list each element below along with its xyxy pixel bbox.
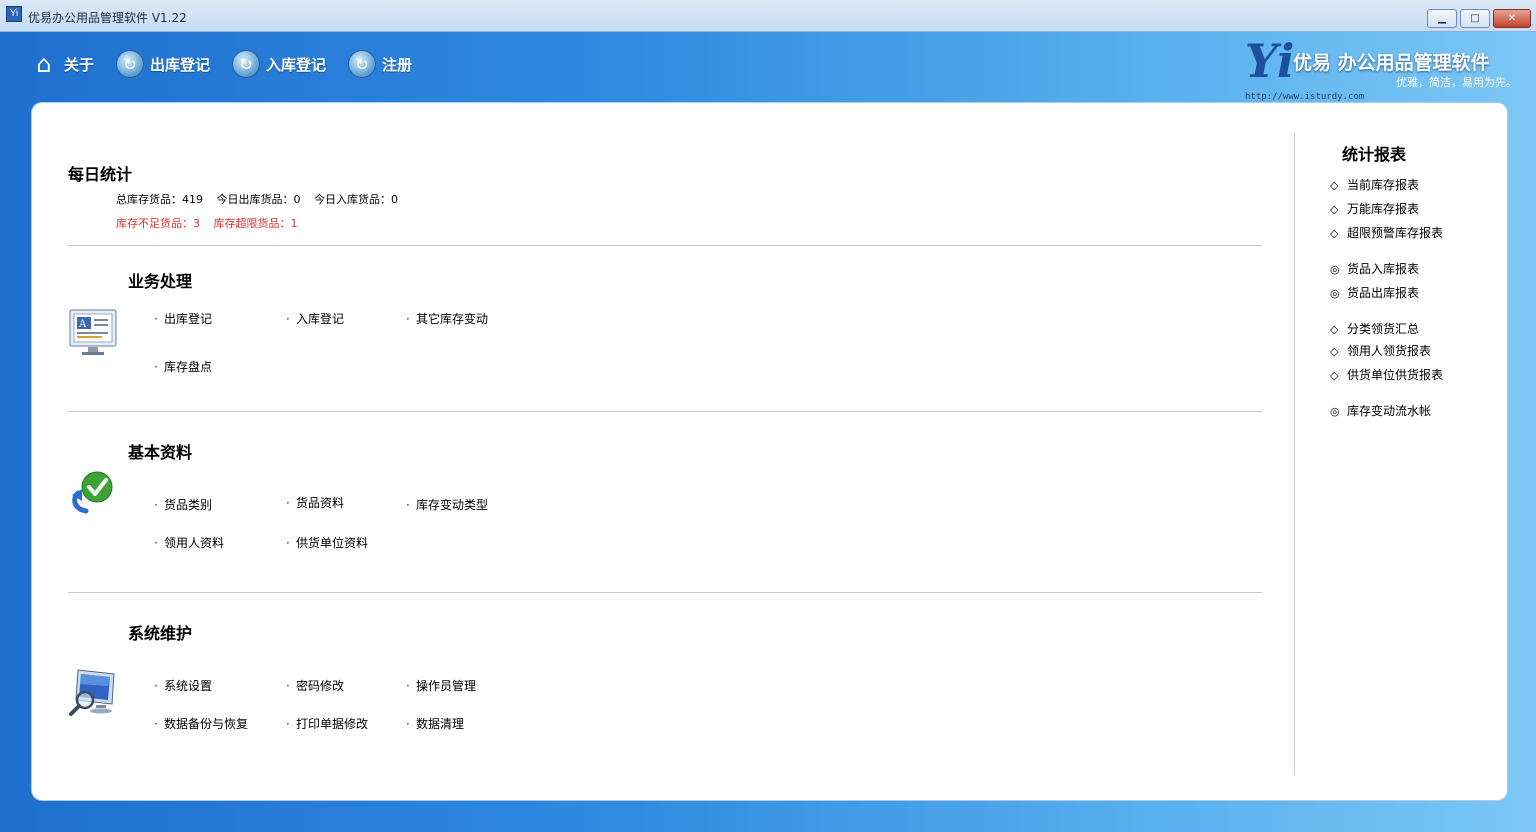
link-goods-category[interactable]: · 货品类别 [154, 496, 212, 513]
bullet: · [406, 498, 410, 512]
link-outbound[interactable]: · 出库登记 [154, 310, 212, 327]
svg-text:A: A [78, 319, 87, 330]
link-other-stock-change[interactable]: · 其它库存变动 [406, 310, 488, 327]
toolbar-register-label: 注册 [382, 55, 413, 74]
daily-stats-title: 每日统计 [68, 165, 133, 184]
sidebar-divider [1294, 133, 1295, 775]
business-section-title: 业务处理 [128, 272, 193, 291]
report-universal-stock[interactable]: ◇ 万能库存报表 [1330, 200, 1419, 217]
monitor-magnifier-icon [69, 669, 115, 716]
toolbar-about-label: 关于 [64, 55, 95, 74]
brand-mark: Yi [1245, 34, 1295, 88]
link-backup-restore[interactable]: · 数据备份与恢复 [154, 715, 248, 732]
brand-logo: Yi 优易 办公用品管理软件 优雅，简洁，易用为先。 http://www.is… [1245, 34, 1525, 104]
link-operator-management[interactable]: · 操作员管理 [406, 677, 476, 694]
maximize-button[interactable]: □ [1460, 9, 1490, 28]
diamond-icon: ◇ [1330, 227, 1339, 240]
report-supplier[interactable]: ◇ 供货单位供货报表 [1330, 366, 1443, 383]
toolbar-inbound-button[interactable]: ↻ 入库登记 [232, 48, 326, 80]
diamond-icon: ◇ [1330, 179, 1339, 192]
bullet: · [154, 498, 158, 512]
bullet: · [286, 312, 290, 326]
today-out-text: 今日出库货品：0 [216, 193, 301, 206]
link-goods-info[interactable]: · 货品资料 [286, 494, 344, 511]
bullet: · [286, 536, 290, 550]
bullet: · [406, 312, 410, 326]
toolbar-outbound-label: 出库登记 [150, 55, 211, 74]
report-category-summary[interactable]: ◇ 分类领货汇总 [1330, 320, 1419, 337]
app-icon: Yi [6, 6, 22, 22]
minimize-button[interactable]: ▁ [1427, 9, 1457, 28]
system-section-title: 系统维护 [128, 624, 193, 643]
link-print-template[interactable]: · 打印单据修改 [286, 715, 368, 732]
report-recipient[interactable]: ◇ 领用人领货报表 [1330, 342, 1431, 359]
close-button[interactable]: ✕ [1493, 9, 1531, 28]
today-in-text: 今日入库货品：0 [314, 193, 398, 206]
reports-title: 统计报表 [1342, 145, 1407, 164]
bullet: · [154, 312, 158, 326]
bullet: · [406, 679, 410, 693]
link-data-cleanup[interactable]: · 数据清理 [406, 715, 464, 732]
total-stock-text: 总库存货品：419 [116, 193, 203, 206]
brand-slogan: 优雅，简洁，易用为先。 [1396, 76, 1517, 89]
toolbar: ⌂ 关于 ↻ 出库登记 ↻ 入库登记 ↻ 注册 [30, 48, 434, 80]
main-content: 每日统计 总库存货品：419 今日出库货品：0 今日入库货品：0 库存不足货品：… [32, 103, 1294, 800]
diamond-icon: ◇ [1330, 203, 1339, 216]
link-system-settings[interactable]: · 系统设置 [154, 677, 212, 694]
overlimit-text[interactable]: 库存超限货品：1 [214, 217, 298, 230]
report-current-stock[interactable]: ◇ 当前库存报表 [1330, 176, 1419, 193]
document-monitor-icon: A [69, 309, 117, 355]
main-panel: 每日统计 总库存货品：419 今日出库货品：0 今日入库货品：0 库存不足货品：… [32, 103, 1507, 800]
link-stock-change-type[interactable]: · 库存变动类型 [406, 496, 488, 513]
divider [68, 411, 1262, 412]
bullet: · [286, 496, 290, 510]
brand-name: 优易 办公用品管理软件 [1293, 52, 1490, 74]
toolbar-outbound-button[interactable]: ↻ 出库登记 [116, 48, 210, 80]
refresh-icon: ↻ [116, 50, 145, 78]
link-change-password[interactable]: · 密码修改 [286, 677, 344, 694]
bullet: · [154, 717, 158, 731]
refresh-icon: ↻ [348, 50, 377, 78]
toolbar-inbound-label: 入库登记 [266, 55, 327, 74]
report-overlimit-warning[interactable]: ◇ 超限预警库存报表 [1330, 224, 1443, 241]
bullet: · [406, 717, 410, 731]
daily-stats-row: 总库存货品：419 今日出库货品：0 今日入库货品：0 [116, 191, 408, 207]
bullet: · [286, 717, 290, 731]
toolbar-register-button[interactable]: ↻ 注册 [348, 48, 412, 80]
shortage-text[interactable]: 库存不足货品：3 [116, 217, 200, 230]
bullet: · [154, 536, 158, 550]
diamond-icon: ◇ [1330, 345, 1339, 358]
title-bar: Yi 优易办公用品管理软件 V1.22 ▁ □ ✕ [0, 0, 1536, 32]
link-stocktake[interactable]: · 库存盘点 [154, 358, 212, 375]
warning-stats-row: 库存不足货品：3 库存超限货品：1 [116, 215, 308, 231]
diamond-icon: ◇ [1330, 369, 1339, 382]
circle-icon: ◎ [1330, 263, 1340, 276]
home-icon: ⌂ [36, 50, 52, 78]
link-inbound[interactable]: · 入库登记 [286, 310, 344, 327]
checkmark-icon [72, 471, 113, 514]
bullet: · [286, 679, 290, 693]
bullet: · [154, 679, 158, 693]
basic-section-title: 基本资料 [128, 443, 193, 462]
window-title: 优易办公用品管理软件 V1.22 [28, 11, 187, 25]
link-supplier-info[interactable]: · 供货单位资料 [286, 534, 368, 551]
circle-icon: ◎ [1330, 287, 1340, 300]
toolbar-about-button[interactable]: ⌂ 关于 [30, 48, 94, 80]
link-recipient-info[interactable]: · 领用人资料 [154, 534, 224, 551]
report-goods-outbound[interactable]: ◎ 货品出库报表 [1330, 284, 1419, 301]
brand-url: http://www.isturdy.com [1245, 92, 1365, 102]
divider [68, 245, 1262, 246]
circle-icon: ◎ [1330, 405, 1340, 418]
divider [68, 592, 1262, 593]
refresh-icon: ↻ [232, 50, 261, 78]
report-stock-ledger[interactable]: ◎ 库存变动流水帐 [1330, 402, 1431, 419]
report-goods-inbound[interactable]: ◎ 货品入库报表 [1330, 260, 1419, 277]
bullet: · [154, 360, 158, 374]
diamond-icon: ◇ [1330, 323, 1339, 336]
